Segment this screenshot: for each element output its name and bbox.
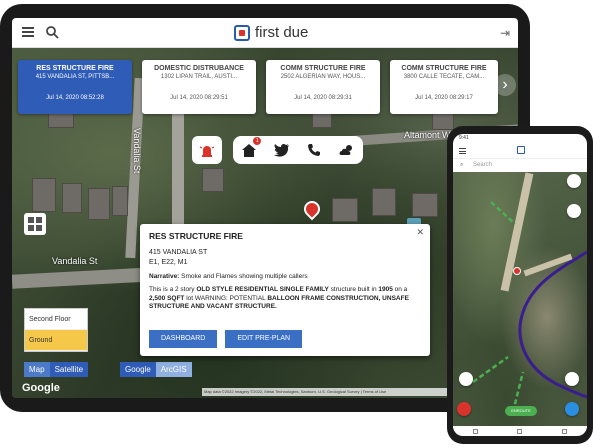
layers-grid-icon[interactable] bbox=[24, 213, 46, 235]
popup-description: This is a 2 story OLD STYLE RESIDENTIAL … bbox=[149, 286, 421, 312]
phone-top-bar bbox=[453, 144, 587, 158]
incident-card[interactable]: COMM STRUCTURE FIRE 3800 CALLE TECATE, C… bbox=[390, 60, 498, 114]
search-icon[interactable] bbox=[45, 25, 59, 39]
edit-pre-plan-button[interactable]: EDIT PRE-PLAN bbox=[225, 330, 303, 348]
building bbox=[32, 178, 56, 212]
incident-address: 1302 LIPAN TRAIL, AUSTI... bbox=[160, 74, 238, 80]
status-time: 9:41 bbox=[459, 135, 469, 141]
building bbox=[112, 186, 128, 216]
desc-text: This is a 2 story bbox=[149, 286, 197, 293]
search-icon: ⌕ bbox=[460, 162, 464, 168]
incident-time: Jul 14, 2020 08:29:17 bbox=[415, 95, 473, 101]
narrative-text: Smoke and Flames showing multiple caller… bbox=[181, 273, 308, 280]
exit-icon[interactable]: ⇥ bbox=[500, 26, 510, 40]
brand: first due bbox=[234, 24, 308, 41]
arcgis-button[interactable]: ArcGIS bbox=[155, 362, 192, 377]
street-label-vandalia: Vandalia St bbox=[52, 256, 98, 266]
incident-time: Jul 14, 2020 08:52:28 bbox=[46, 95, 104, 101]
alert-fab-icon[interactable] bbox=[457, 402, 471, 416]
incident-marker-icon[interactable] bbox=[513, 267, 521, 275]
map-provider-toggle: Google ArcGIS bbox=[120, 362, 192, 377]
building bbox=[332, 198, 358, 222]
menu-icon[interactable] bbox=[459, 148, 466, 154]
building bbox=[412, 193, 438, 217]
phone-map[interactable] bbox=[453, 172, 587, 436]
popup-title: RES STRUCTURE FIRE bbox=[149, 231, 243, 241]
floor-selector: Second Floor Ground bbox=[24, 308, 88, 352]
building bbox=[372, 188, 396, 216]
dashboard-button[interactable]: DASHBOARD bbox=[149, 330, 218, 348]
desc-bold: 1905 bbox=[378, 286, 393, 293]
twitter-icon[interactable] bbox=[273, 141, 291, 159]
home-icon[interactable]: 1 bbox=[240, 137, 262, 159]
satellite-button[interactable]: Satellite bbox=[49, 362, 89, 377]
narrative-label: Narrative: bbox=[149, 273, 180, 280]
incident-address: 3800 CALLE TECATE, CAM... bbox=[403, 74, 485, 80]
back-icon[interactable] bbox=[562, 428, 568, 434]
tablet-screen: first due ⇥ Vandalia St Vandalia St Alta… bbox=[12, 18, 518, 398]
weather-icon[interactable] bbox=[338, 141, 356, 159]
floor-option[interactable]: Second Floor bbox=[25, 309, 87, 330]
home-nav-icon[interactable] bbox=[517, 428, 523, 434]
incident-address: 2502 ALGERIAN WAY, HOUS... bbox=[280, 74, 366, 80]
map-type-toggle: Map Satellite bbox=[24, 362, 89, 377]
phone-device: 9:41 ⌕ Search ENROUTE bbox=[447, 126, 593, 444]
incident-card[interactable]: RES STRUCTURE FIRE 415 VANDALIA ST, PITT… bbox=[18, 60, 132, 114]
chrome-icon[interactable] bbox=[459, 372, 473, 386]
phone-screen: 9:41 ⌕ Search ENROUTE bbox=[453, 134, 587, 436]
desc-bold: 2,500 SQFT bbox=[149, 294, 185, 302]
edit-icon[interactable] bbox=[567, 204, 581, 218]
notification-badge: 1 bbox=[253, 137, 262, 145]
layers-icon[interactable] bbox=[567, 174, 581, 188]
google-button[interactable]: Google bbox=[120, 362, 156, 377]
first-due-logo-icon bbox=[517, 146, 525, 154]
first-due-logo-icon bbox=[234, 24, 250, 41]
top-bar: first due ⇥ bbox=[12, 18, 518, 48]
popup-units: E1, E22, M1 bbox=[149, 259, 188, 266]
phone-search-bar[interactable]: ⌕ Search bbox=[453, 158, 587, 172]
navigate-fab-icon[interactable] bbox=[565, 402, 579, 416]
status-bar: 9:41 bbox=[453, 134, 587, 144]
android-nav-bar bbox=[453, 426, 587, 436]
desc-bold: OLD STYLE RESIDENTIAL SINGLE FAMILY bbox=[196, 286, 329, 293]
google-logo: Google bbox=[22, 382, 60, 394]
popup-address: 415 VANDALIA ST bbox=[149, 249, 208, 256]
search-input[interactable]: Search bbox=[473, 162, 492, 168]
incident-type: DOMESTIC DISTRUBANCE bbox=[154, 65, 244, 72]
alert-button[interactable] bbox=[192, 136, 222, 164]
siren-icon bbox=[199, 146, 215, 157]
incident-card[interactable]: DOMESTIC DISTRUBANCE 1302 LIPAN TRAIL, A… bbox=[142, 60, 256, 114]
phone-call-icon[interactable] bbox=[305, 141, 323, 159]
recent-apps-icon[interactable] bbox=[472, 428, 478, 434]
building bbox=[88, 188, 110, 220]
building bbox=[62, 183, 82, 213]
building bbox=[202, 168, 224, 192]
street-label-vertical: Vandalia St bbox=[132, 128, 142, 174]
enroute-status-button[interactable]: ENROUTE bbox=[505, 406, 537, 416]
add-icon[interactable] bbox=[565, 372, 579, 386]
brand-name: first due bbox=[255, 24, 309, 41]
menu-icon[interactable] bbox=[22, 27, 34, 37]
incident-popup: ✕ RES STRUCTURE FIRE 415 VANDALIA ST E1,… bbox=[140, 224, 430, 356]
map-button[interactable]: Map bbox=[24, 362, 50, 377]
incident-address: 415 VANDALIA ST, PITTSB... bbox=[35, 74, 115, 80]
incident-card[interactable]: COMM STRUCTURE FIRE 2502 ALGERIAN WAY, H… bbox=[266, 60, 380, 114]
desc-text: structure built in bbox=[328, 286, 379, 293]
desc-text: lot WARNING: POTENTIAL bbox=[184, 294, 268, 302]
incident-type: COMM STRUCTURE FIRE bbox=[280, 65, 366, 72]
marketing-stage: first due ⇥ Vandalia St Vandalia St Alta… bbox=[0, 0, 593, 448]
action-toolbar: 1 bbox=[233, 136, 363, 164]
incident-type: COMM STRUCTURE FIRE bbox=[401, 65, 487, 72]
close-icon[interactable]: ✕ bbox=[416, 227, 424, 238]
incident-type: RES STRUCTURE FIRE bbox=[36, 65, 114, 72]
incident-cards: RES STRUCTURE FIRE 415 VANDALIA ST, PITT… bbox=[18, 60, 518, 118]
popup-narrative: Narrative: Smoke and Flames showing mult… bbox=[149, 273, 421, 280]
floor-option-selected[interactable]: Ground bbox=[25, 330, 87, 351]
popup-actions: DASHBOARD EDIT PRE-PLAN bbox=[149, 330, 303, 348]
incident-time: Jul 14, 2020 08:29:51 bbox=[170, 95, 228, 101]
incident-time: Jul 14, 2020 08:29:31 bbox=[294, 95, 352, 101]
desc-text: on a bbox=[392, 286, 408, 293]
chevron-right-icon[interactable]: › bbox=[494, 74, 516, 96]
